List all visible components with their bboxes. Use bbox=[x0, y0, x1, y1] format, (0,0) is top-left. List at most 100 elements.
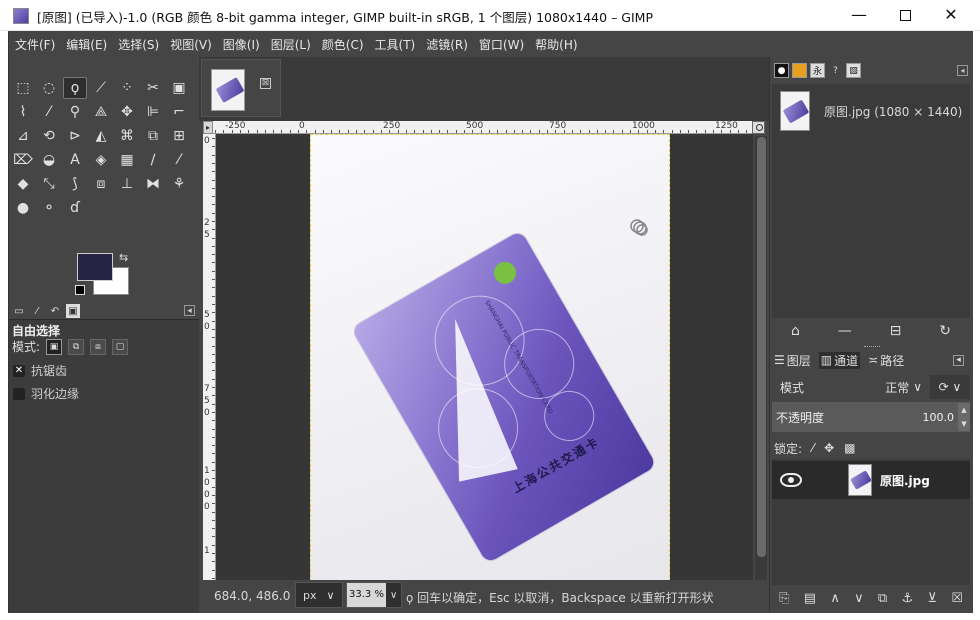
tab-close-icon[interactable]: ⊠ bbox=[260, 78, 271, 89]
chevron-down-icon[interactable]: ∨ bbox=[913, 380, 922, 394]
foreground-color-swatch[interactable] bbox=[77, 253, 113, 281]
perspective-clone-icon[interactable]: ⧓ bbox=[141, 173, 165, 195]
ink-icon[interactable]: ⟆ bbox=[63, 173, 87, 195]
menu-file[interactable]: 文件(F) bbox=[15, 36, 55, 53]
perspective-icon[interactable]: ◭ bbox=[89, 125, 113, 147]
paths-icon[interactable]: ⌇ bbox=[11, 101, 35, 123]
tab-layers[interactable]: ☰ 图层 bbox=[772, 352, 813, 369]
minimize-button[interactable]: — bbox=[836, 0, 882, 31]
cage-transform-icon[interactable]: ⌦ bbox=[11, 149, 35, 171]
text-icon[interactable]: A bbox=[63, 149, 87, 171]
fonts-tab-icon[interactable]: 永 bbox=[810, 63, 825, 78]
warp-icon[interactable]: ⌘ bbox=[115, 125, 139, 147]
image-list-item[interactable]: 原图.jpg (1080 × 1440) bbox=[780, 88, 970, 134]
rotate-icon[interactable]: ⟲ bbox=[37, 125, 61, 147]
vertical-scrollbar[interactable] bbox=[755, 136, 767, 590]
ellipse-select-icon[interactable]: ◌ bbox=[37, 77, 61, 99]
vertical-ruler[interactable]: 0 2 5 5 0 7 5 0 1 0 0 0 1 bbox=[203, 134, 216, 592]
composite-mode-select[interactable]: ⟳ ∨ bbox=[930, 375, 970, 399]
zoom-icon[interactable]: ⚲ bbox=[63, 101, 87, 123]
opacity-value[interactable]: 100.0 bbox=[923, 411, 955, 424]
lock-position-icon[interactable]: ✥ bbox=[824, 441, 834, 455]
undo-history-tab-icon[interactable]: ↶ bbox=[48, 304, 62, 318]
anchor-layer-icon[interactable]: ⚓ bbox=[901, 591, 913, 606]
bucket-fill-icon[interactable]: ◒ bbox=[37, 149, 61, 171]
tab-channels[interactable]: ▥ 通道 bbox=[818, 351, 861, 369]
dodge-icon[interactable]: ɗ bbox=[63, 197, 87, 219]
unified-transform-icon[interactable]: ⊿ bbox=[11, 125, 35, 147]
menu-filters[interactable]: 滤镜(R) bbox=[426, 36, 468, 53]
fuzzy-select-icon[interactable]: ⟋ bbox=[89, 77, 113, 99]
3d-transform-icon[interactable]: ⧉ bbox=[141, 125, 165, 147]
color-picker-icon[interactable]: ⁄ bbox=[37, 101, 61, 123]
help-tab-icon[interactable]: ? bbox=[828, 63, 843, 78]
menu-colors[interactable]: 颜色(C) bbox=[322, 36, 364, 53]
menu-view[interactable]: 视图(V) bbox=[170, 36, 212, 53]
antialias-checkbox[interactable]: ✕ bbox=[13, 364, 25, 377]
lock-pixels-icon[interactable]: ⁄ bbox=[812, 441, 814, 455]
crop-icon[interactable]: ⌐ bbox=[167, 101, 191, 123]
new-layer-group-icon[interactable]: ▤ bbox=[804, 591, 816, 606]
visibility-eye-icon[interactable] bbox=[780, 473, 802, 487]
by-color-select-icon[interactable]: ⁘ bbox=[115, 77, 139, 99]
gradient-icon[interactable]: ◈ bbox=[89, 149, 113, 171]
menu-help[interactable]: 帮助(H) bbox=[535, 36, 577, 53]
paintbrush-icon[interactable]: ⁄ bbox=[167, 149, 191, 171]
canvas-viewport[interactable]: SHANGHAI PUBLIC TRANSPORTATION CARD 上海公共… bbox=[216, 134, 753, 592]
opacity-slider[interactable]: 不透明度 100.0 ▲ ▼ bbox=[772, 402, 970, 432]
spin-up-icon[interactable]: ▲ bbox=[961, 406, 966, 414]
unit-select[interactable]: px ∨ bbox=[295, 582, 343, 608]
align-icon[interactable]: ⊫ bbox=[141, 101, 165, 123]
heal-icon[interactable]: ⊥ bbox=[115, 173, 139, 195]
ruler-corner-button[interactable]: ▸ bbox=[203, 121, 213, 134]
airbrush-icon[interactable]: ⤡ bbox=[37, 173, 61, 195]
raise-layer-icon[interactable]: ∧ bbox=[830, 591, 840, 606]
shear-icon[interactable]: ⊳ bbox=[63, 125, 87, 147]
scissors-select-icon[interactable]: ✂ bbox=[141, 77, 165, 99]
zoom-fit-icon[interactable] bbox=[752, 121, 765, 134]
layer-name[interactable]: 原图.jpg bbox=[880, 472, 930, 489]
delete-layer-icon[interactable]: ☒ bbox=[951, 591, 963, 606]
refresh-icon[interactable]: ↻ bbox=[939, 323, 951, 339]
eraser-icon[interactable]: ◆ bbox=[11, 173, 35, 195]
handle-transform-icon[interactable]: ⊞ bbox=[167, 125, 191, 147]
dock-menu-icon[interactable]: ◂ bbox=[957, 65, 968, 76]
reset-colors-icon[interactable] bbox=[75, 285, 85, 295]
menu-select[interactable]: 选择(S) bbox=[118, 36, 159, 53]
feather-checkbox[interactable] bbox=[13, 387, 25, 400]
maximize-button[interactable] bbox=[882, 0, 928, 31]
merge-down-icon[interactable]: ⊻ bbox=[927, 591, 937, 606]
zoom-value[interactable]: 33.3 % bbox=[347, 583, 386, 607]
opacity-spinner[interactable]: ▲ ▼ bbox=[958, 403, 970, 431]
menu-layer[interactable]: 图层(L) bbox=[271, 36, 311, 53]
blur-icon[interactable]: ⚘ bbox=[167, 173, 191, 195]
delete-image-icon[interactable]: ⊟ bbox=[890, 323, 902, 339]
brushes-tab-icon[interactable]: ● bbox=[774, 63, 789, 78]
free-select-icon[interactable]: ϙ bbox=[63, 77, 87, 99]
tool-options-menu-icon[interactable]: ◂ bbox=[184, 305, 195, 316]
dodge-burn-icon[interactable]: ● bbox=[11, 197, 35, 219]
rect-select-icon[interactable]: ⬚ bbox=[11, 77, 35, 99]
zoom-select[interactable]: 33.3 % ∨ bbox=[346, 582, 402, 608]
spin-down-icon[interactable]: ▼ bbox=[961, 420, 966, 428]
device-status-tab-icon[interactable]: ⁄ bbox=[30, 304, 44, 318]
foreground-select-icon[interactable]: ▣ bbox=[167, 77, 191, 99]
pane-grip[interactable] bbox=[864, 346, 880, 349]
mode-subtract-button[interactable]: ⧈ bbox=[90, 338, 107, 355]
mode-add-button[interactable]: ⧉ bbox=[68, 338, 85, 355]
layer-mode-select[interactable]: 正常 bbox=[885, 379, 909, 396]
clone-icon[interactable]: ⧈ bbox=[89, 173, 113, 195]
vertical-scroll-thumb[interactable] bbox=[757, 137, 766, 557]
tool-options-tab-icon[interactable]: ▭ bbox=[12, 304, 26, 318]
raise-view-icon[interactable]: ⌂ bbox=[791, 323, 800, 339]
chevron-down-icon[interactable]: ∨ bbox=[390, 590, 397, 601]
images-dock-tab-icon[interactable]: ▧ bbox=[846, 63, 861, 78]
tab-paths[interactable]: ≍ 路径 bbox=[866, 352, 906, 369]
smudge-icon[interactable]: ⚬ bbox=[37, 197, 61, 219]
menu-image[interactable]: 图像(I) bbox=[223, 36, 260, 53]
measure-icon[interactable]: ⟁ bbox=[89, 101, 113, 123]
swap-colors-icon[interactable]: ⇆ bbox=[119, 251, 128, 264]
menu-edit[interactable]: 编辑(E) bbox=[66, 36, 107, 53]
duplicate-layer-icon[interactable]: ⧉ bbox=[878, 591, 887, 606]
lock-alpha-icon[interactable]: ▩ bbox=[844, 441, 855, 455]
